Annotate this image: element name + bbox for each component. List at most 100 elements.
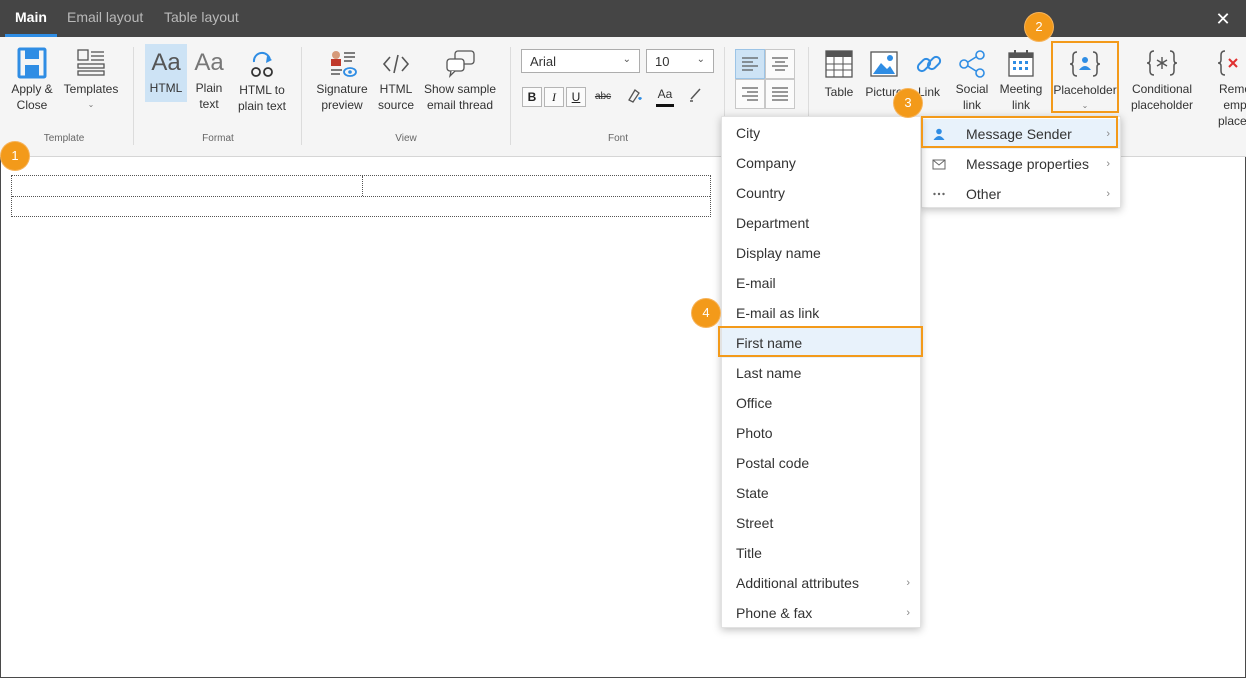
tab-email-layout[interactable]: Email layout <box>67 9 143 25</box>
align-center-button[interactable] <box>765 49 795 79</box>
menu-item-label: Last name <box>736 365 802 381</box>
social-link-label: Social link <box>955 82 989 112</box>
link-icon <box>916 55 942 73</box>
table-column-divider <box>362 176 363 196</box>
bold-button[interactable]: B <box>522 87 542 107</box>
chevron-down-icon: ⌄ <box>622 54 631 65</box>
show-thread-button[interactable]: Show sample email thread <box>421 48 499 113</box>
font-size-select[interactable]: 10 ⌄ <box>646 49 714 73</box>
convert-icon <box>251 51 273 77</box>
code-icon <box>382 54 410 74</box>
menu-item-street[interactable]: Street <box>722 508 920 538</box>
table-icon <box>825 50 853 78</box>
envelope-icon <box>932 159 946 170</box>
apply-close-button[interactable]: Apply & Close <box>8 47 56 113</box>
font-color-bar <box>656 104 674 107</box>
html-to-plain-label: HTML to plain text <box>237 83 287 113</box>
menu-item-email-as-link[interactable]: E-mail as link <box>722 298 920 328</box>
font-color-label: Aa <box>657 87 673 101</box>
menu-item-label: Department <box>736 215 810 231</box>
callout-4: 4 <box>692 299 720 327</box>
menu-item-label: Office <box>736 395 773 411</box>
remove-placeholder-icon <box>1217 50 1238 76</box>
html-format-button[interactable]: Aa HTML <box>145 44 187 102</box>
meeting-link-label: Meeting link <box>999 82 1043 112</box>
signature-preview-label: Signature preview <box>316 82 368 112</box>
menu-item-title[interactable]: Title <box>722 538 920 568</box>
tab-table-layout[interactable]: Table layout <box>164 9 239 25</box>
first-name-highlight-box <box>718 326 923 357</box>
signature-table[interactable] <box>11 175 711 217</box>
menu-item-message-properties[interactable]: Message properties › <box>922 149 1120 179</box>
align-justify-button[interactable] <box>765 79 795 109</box>
message-sender-menu: City Company Country Department Display … <box>721 116 921 628</box>
underline-button[interactable]: U <box>566 87 586 107</box>
html-aa-icon: Aa <box>151 49 181 76</box>
menu-item-label: Company <box>736 155 796 171</box>
strikethrough-button[interactable]: abc <box>592 86 614 108</box>
top-tab-bar: Main Email layout Table layout ✕ <box>0 0 1246 37</box>
menu-item-phone-fax[interactable]: Phone & fax › <box>722 598 920 628</box>
menu-item-company[interactable]: Company <box>722 148 920 178</box>
menu-item-last-name[interactable]: Last name <box>722 358 920 388</box>
chevron-right-icon: › <box>906 577 910 589</box>
menu-item-state[interactable]: State <box>722 478 920 508</box>
align-right-button[interactable] <box>735 79 765 109</box>
tab-main[interactable]: Main <box>15 9 47 25</box>
clear-format-button[interactable] <box>685 86 707 108</box>
remove-empty-label: Remo emp placeh <box>1218 82 1246 128</box>
chevron-down-icon: ⌄ <box>696 54 705 65</box>
menu-item-postal-code[interactable]: Postal code <box>722 448 920 478</box>
table-label: Table <box>824 85 854 99</box>
font-color-button[interactable]: Aa <box>654 85 676 107</box>
chevron-right-icon: › <box>1106 188 1110 200</box>
group-label-view: View <box>395 133 417 144</box>
html-to-plain-button[interactable]: HTML to plain text <box>234 50 290 114</box>
menu-item-city[interactable]: City <box>722 118 920 148</box>
align-justify-icon <box>772 87 788 101</box>
menu-item-other[interactable]: Other › <box>922 179 1120 209</box>
highlighter-icon <box>628 89 642 103</box>
conditional-placeholder-icon <box>1146 50 1178 76</box>
remove-empty-placeholders-button[interactable]: Remo emp placeh <box>1208 48 1246 129</box>
menu-item-additional-attributes[interactable]: Additional attributes › <box>722 568 920 598</box>
chevron-right-icon: › <box>1106 158 1110 170</box>
plain-text-label: Plain text <box>195 81 223 111</box>
social-link-button[interactable]: Social link <box>952 48 992 113</box>
table-button[interactable]: Table <box>820 48 858 100</box>
signature-preview-icon <box>331 51 357 77</box>
conditional-placeholder-label: Conditional placeholder <box>1130 82 1194 112</box>
plain-text-button[interactable]: Aa Plain text <box>190 50 228 112</box>
plain-aa-icon: Aa <box>194 49 224 76</box>
close-icon[interactable]: ✕ <box>1213 9 1233 29</box>
html-source-label: HTML source <box>377 82 415 112</box>
menu-item-email[interactable]: E-mail <box>722 268 920 298</box>
templates-button[interactable]: Templates ⌄ <box>62 47 120 113</box>
templates-icon <box>77 49 105 76</box>
apply-close-label: Apply & Close <box>11 82 53 112</box>
show-thread-label: Show sample email thread <box>423 82 497 112</box>
highlight-button[interactable] <box>624 86 646 108</box>
menu-item-photo[interactable]: Photo <box>722 418 920 448</box>
menu-item-label: City <box>736 125 761 141</box>
ribbon-separator <box>133 47 134 145</box>
menu-item-label: Display name <box>736 245 821 261</box>
menu-item-department[interactable]: Department <box>722 208 920 238</box>
menu-item-office[interactable]: Office <box>722 388 920 418</box>
chat-bubbles-icon <box>446 50 475 78</box>
calendar-icon <box>1008 50 1034 77</box>
message-sender-highlight-box <box>921 116 1118 148</box>
font-family-select[interactable]: Arial ⌄ <box>521 49 640 73</box>
callout-2: 2 <box>1025 13 1053 41</box>
html-source-button[interactable]: HTML source <box>376 48 416 113</box>
conditional-placeholder-button[interactable]: Conditional placeholder <box>1124 48 1200 113</box>
align-left-button[interactable] <box>735 49 765 79</box>
signature-preview-button[interactable]: Signature preview <box>313 48 371 113</box>
italic-button[interactable]: I <box>544 87 564 107</box>
menu-item-display-name[interactable]: Display name <box>722 238 920 268</box>
html-label: HTML <box>149 81 183 95</box>
align-center-icon <box>772 57 788 71</box>
meeting-link-button[interactable]: Meeting link <box>996 48 1046 113</box>
menu-item-country[interactable]: Country <box>722 178 920 208</box>
chevron-down-icon: ⌄ <box>87 100 95 109</box>
